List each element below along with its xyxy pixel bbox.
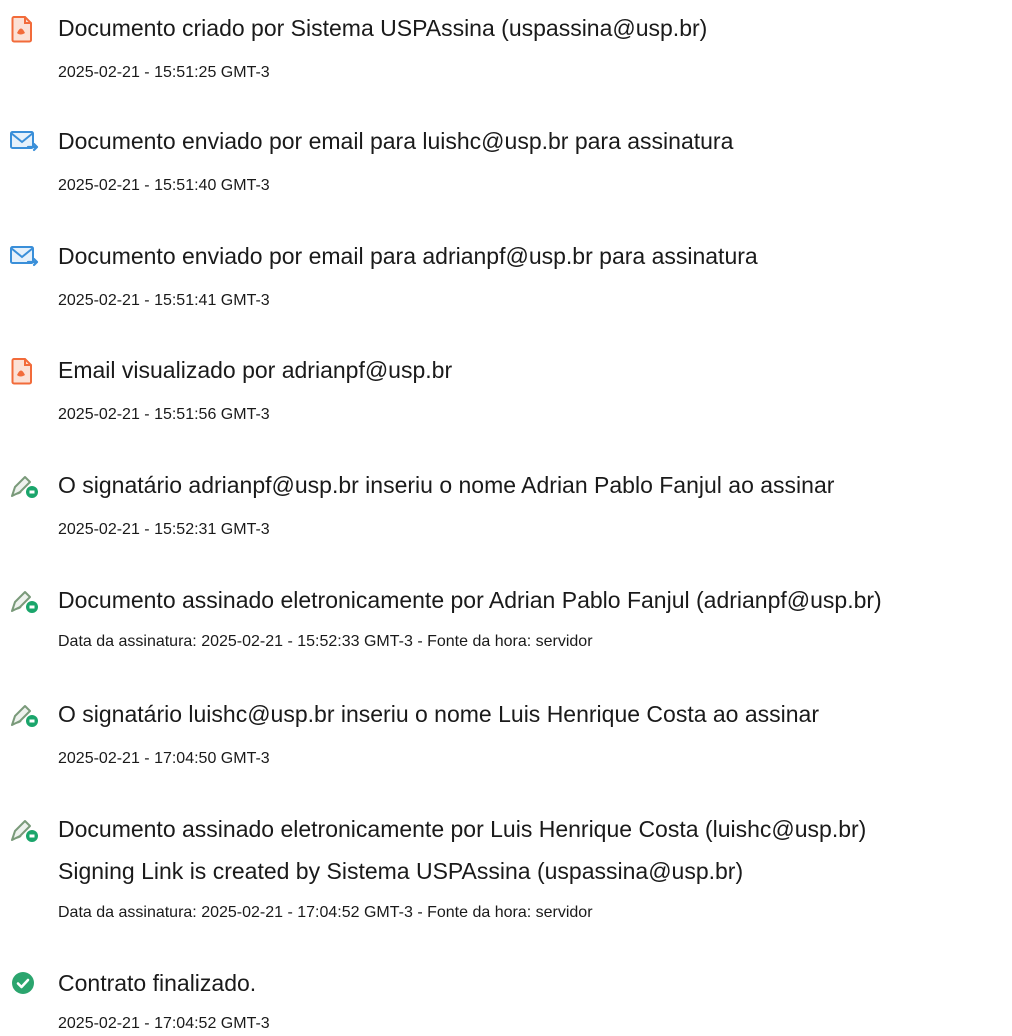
event-title: Contrato finalizado. [58, 970, 257, 996]
signature-pen-icon [8, 472, 42, 500]
event-title: Documento enviado por email para adrianp… [58, 243, 758, 269]
event-signature-details: Data da assinatura: 2025-02-21 - 17:04:5… [58, 904, 593, 921]
event-timestamp: 2025-02-21 - 15:51:56 GMT-3 [58, 406, 270, 423]
event-title: Email visualizado por adrianpf@usp.br [58, 357, 453, 383]
event-timestamp: 2025-02-21 - 15:52:31 GMT-3 [58, 521, 270, 538]
check-circle-icon [8, 970, 42, 998]
event-title: Documento criado por Sistema USPAssina (… [58, 15, 708, 41]
event-timestamp: 2025-02-21 - 17:04:52 GMT-3 [58, 1015, 270, 1032]
email-forward-icon [8, 243, 42, 271]
event-title: O signatário luishc@usp.br inseriu o nom… [58, 701, 820, 727]
signature-pen-icon [8, 816, 42, 844]
event-title: O signatário adrianpf@usp.br inseriu o n… [58, 472, 835, 498]
event-timestamp: 2025-02-21 - 15:51:41 GMT-3 [58, 292, 270, 309]
event-timestamp: 2025-02-21 - 17:04:50 GMT-3 [58, 750, 270, 767]
pdf-document-icon [8, 15, 42, 43]
email-forward-icon [8, 128, 42, 156]
signature-pen-icon [8, 701, 42, 729]
signature-pen-icon [8, 587, 42, 615]
event-subtitle: Signing Link is created by Sistema USPAs… [58, 858, 744, 884]
event-title: Documento assinado eletronicamente por L… [58, 816, 867, 842]
event-signature-details: Data da assinatura: 2025-02-21 - 15:52:3… [58, 633, 593, 650]
event-timestamp: 2025-02-21 - 15:51:25 GMT-3 [58, 64, 270, 81]
pdf-document-icon [8, 357, 42, 385]
event-title: Documento assinado eletronicamente por A… [58, 587, 882, 613]
event-title: Documento enviado por email para luishc@… [58, 128, 734, 154]
event-timestamp: 2025-02-21 - 15:51:40 GMT-3 [58, 177, 270, 194]
